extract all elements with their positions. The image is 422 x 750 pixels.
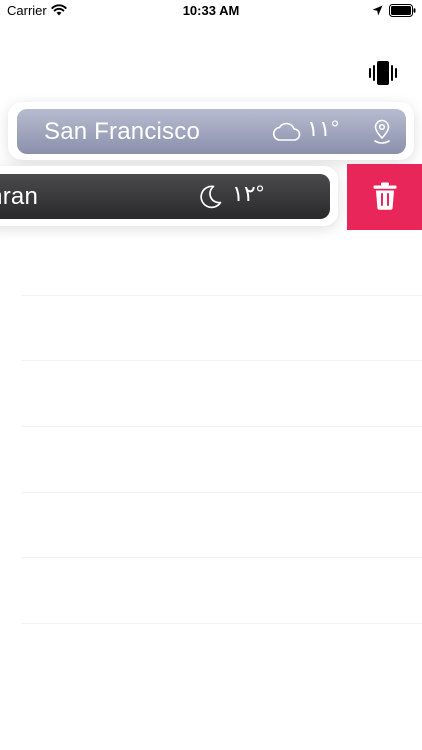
status-bar: Carrier 10:33 AM [0, 0, 422, 22]
moon-icon [200, 185, 222, 209]
temperature: ١١° [307, 116, 340, 141]
cloud-icon [272, 122, 301, 141]
row-separator [22, 295, 422, 296]
delete-button[interactable] [347, 164, 422, 230]
row-separator [22, 360, 422, 361]
temperature: ١٢° [232, 181, 265, 206]
row-separator [22, 557, 422, 558]
battery-icon [389, 4, 416, 17]
city-name: San Francisco [44, 117, 200, 145]
city-card-san-francisco[interactable]: San Francisco ١١° [17, 109, 406, 154]
row-separator [22, 492, 422, 493]
vibrate-button[interactable] [367, 60, 399, 86]
row-separator [22, 623, 422, 624]
city-name: nran [0, 182, 38, 210]
vibrate-icon [369, 61, 397, 85]
location-pin-icon[interactable] [372, 119, 392, 145]
city-card-tehran[interactable]: nran ١٢° [0, 174, 330, 219]
trash-icon [373, 182, 397, 210]
status-time: 10:33 AM [182, 3, 240, 18]
row-separator [22, 426, 422, 427]
location-arrow-icon [372, 5, 383, 16]
